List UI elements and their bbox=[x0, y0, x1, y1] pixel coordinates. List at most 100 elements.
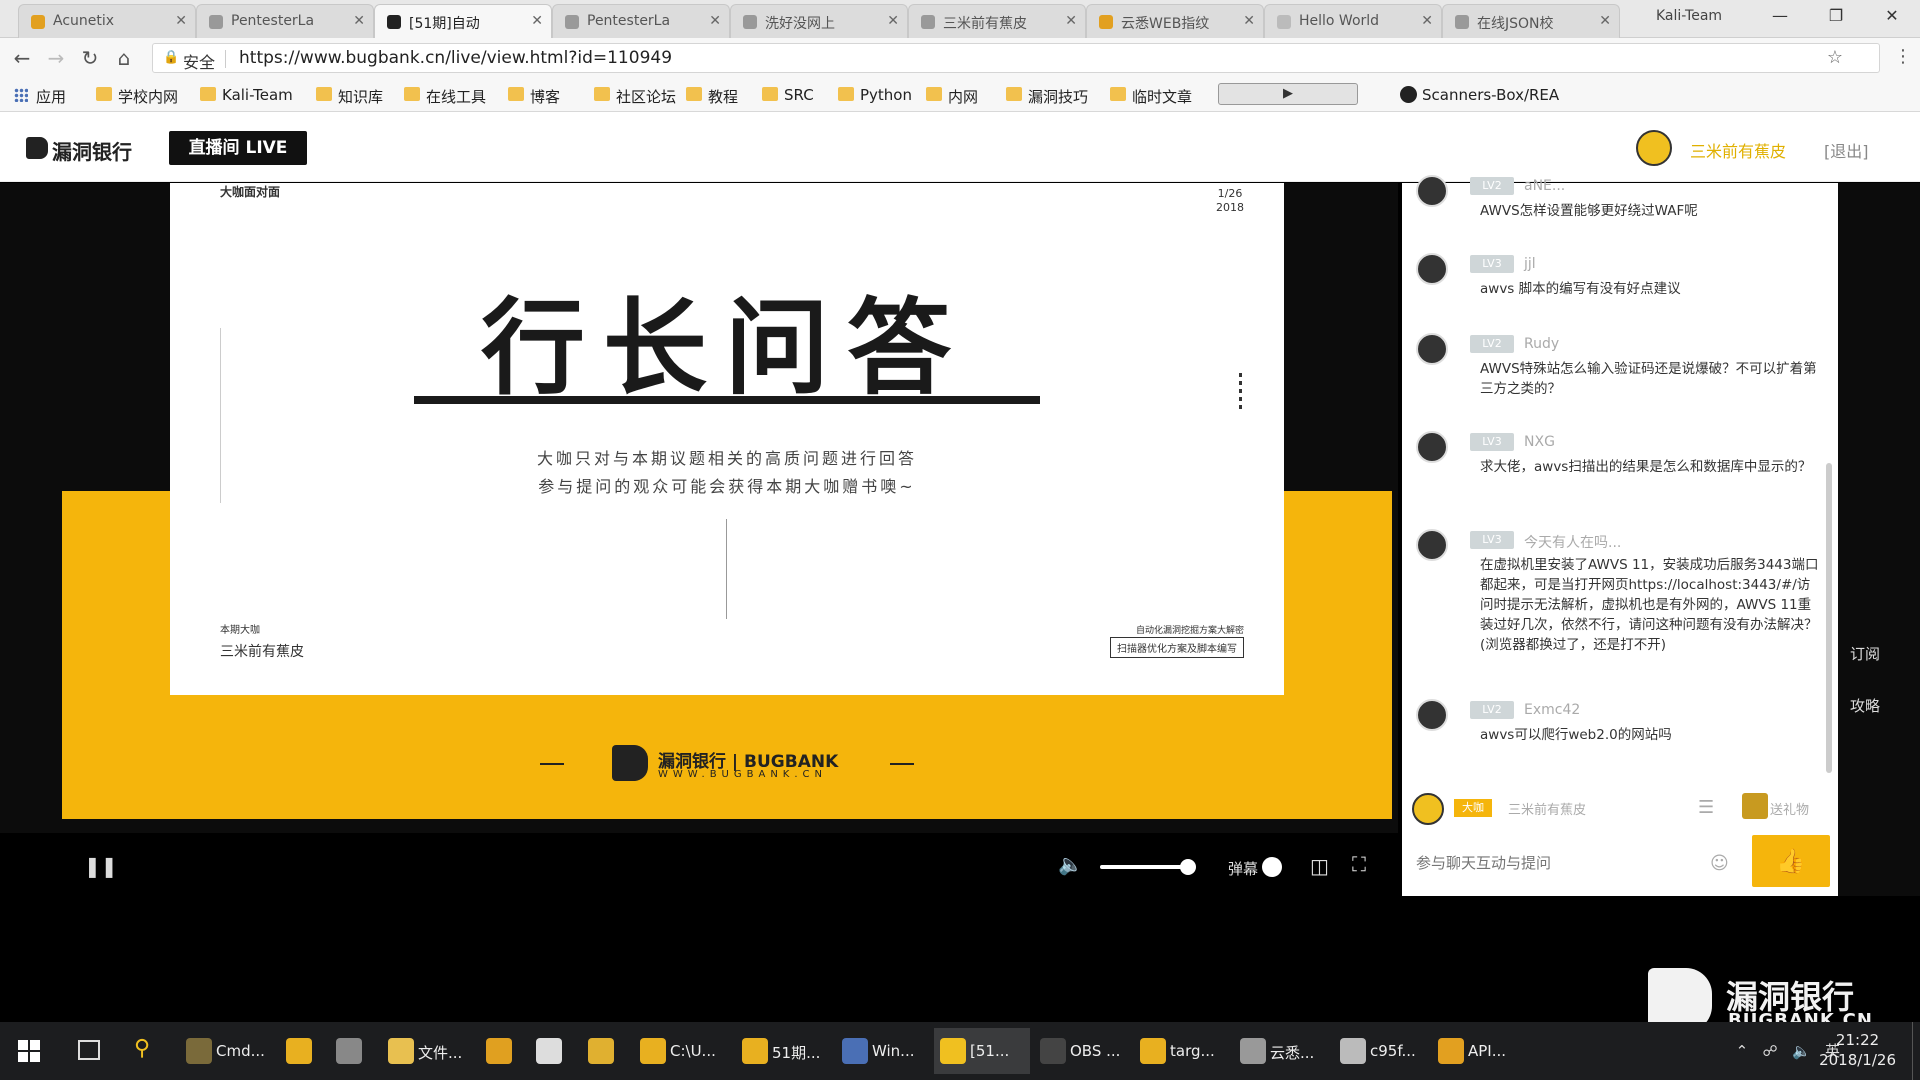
user-avatar[interactable] bbox=[1636, 130, 1672, 166]
url-text[interactable]: https://www.bugbank.cn/live/view.html?id… bbox=[239, 48, 672, 68]
bookmark-item[interactable]: 知识库 bbox=[316, 86, 383, 107]
browser-tab[interactable]: PentesterLa ✕ bbox=[552, 4, 730, 38]
tab-close-icon[interactable]: ✕ bbox=[709, 13, 721, 29]
chat-input[interactable] bbox=[1416, 843, 1736, 883]
download-button[interactable]: ▶ bbox=[1218, 83, 1358, 105]
bookmark-item[interactable]: 教程 bbox=[686, 86, 738, 107]
bookmark-item[interactable]: 博客 bbox=[508, 86, 560, 107]
video-player[interactable]: 大咖面对面 1/26 2018 行长问答 大咖只对与本期议题相关的高质问题进行回… bbox=[0, 183, 1398, 833]
reload-icon[interactable]: ↻ bbox=[78, 46, 102, 70]
tab-close-icon[interactable]: ✕ bbox=[1065, 13, 1077, 29]
maximize-icon[interactable]: ❐ bbox=[1808, 0, 1864, 32]
tab-close-icon[interactable]: ✕ bbox=[175, 13, 187, 29]
theater-mode-icon[interactable]: ◫ bbox=[1310, 854, 1329, 878]
chat-username[interactable]: Rudy bbox=[1524, 336, 1559, 352]
logout-link[interactable]: [退出] bbox=[1824, 138, 1869, 162]
bookmark-item[interactable]: SRC bbox=[762, 86, 814, 104]
chat-avatar[interactable] bbox=[1416, 699, 1448, 731]
chat-username[interactable]: aNE... bbox=[1524, 178, 1565, 194]
bookmark-item[interactable]: 临时文章 bbox=[1110, 86, 1192, 107]
taskbar-app[interactable] bbox=[280, 1028, 324, 1074]
bugbank-logo-icon[interactable] bbox=[26, 137, 48, 159]
close-window-icon[interactable]: ✕ bbox=[1864, 0, 1920, 32]
browser-tab[interactable]: 三米前有蕉皮 ✕ bbox=[908, 4, 1086, 38]
taskbar-app[interactable]: C:\U... bbox=[634, 1028, 730, 1074]
taskbar-app[interactable]: 云悉... bbox=[1234, 1028, 1330, 1074]
site-logo-text[interactable]: 漏洞银行 bbox=[52, 136, 132, 165]
chat-username[interactable]: Exmc42 bbox=[1524, 702, 1580, 718]
browser-tab[interactable]: 洗好没网上 ✕ bbox=[730, 4, 908, 38]
forward-icon[interactable]: → bbox=[44, 46, 68, 70]
home-icon[interactable]: ⌂ bbox=[112, 46, 136, 70]
chat-avatar[interactable] bbox=[1416, 431, 1448, 463]
tab-close-icon[interactable]: ✕ bbox=[887, 13, 899, 29]
chat-avatar[interactable] bbox=[1416, 333, 1448, 365]
bookmark-item[interactable]: 在线工具 bbox=[404, 86, 486, 107]
browser-tab[interactable]: 在线JSON校 ✕ bbox=[1442, 4, 1620, 38]
taskbar-app[interactable] bbox=[530, 1028, 574, 1074]
bookmark-item[interactable]: Python bbox=[838, 86, 912, 104]
clock[interactable]: 21:22 2018/1/26 bbox=[1819, 1030, 1896, 1070]
taskbar-app[interactable] bbox=[582, 1028, 626, 1074]
start-icon[interactable] bbox=[18, 1040, 40, 1062]
tray-expand-icon[interactable]: ⌃ bbox=[1736, 1042, 1749, 1060]
taskbar-app[interactable]: API... bbox=[1432, 1028, 1528, 1074]
volume-slider[interactable] bbox=[1100, 865, 1186, 869]
chat-list-icon[interactable]: ☰ bbox=[1698, 797, 1714, 818]
chat-username[interactable]: 今天有人在吗... bbox=[1524, 532, 1621, 552]
emoji-icon[interactable]: ☺ bbox=[1710, 853, 1729, 874]
browser-tab[interactable]: [51期]自动 ✕ bbox=[374, 4, 552, 38]
taskbar-app[interactable]: c95f... bbox=[1334, 1028, 1430, 1074]
network-icon[interactable]: ☍ bbox=[1762, 1042, 1777, 1060]
tab-close-icon[interactable]: ✕ bbox=[1243, 13, 1255, 29]
danmu-toggle[interactable] bbox=[1262, 857, 1282, 877]
browser-tab[interactable]: Acunetix ✕ bbox=[18, 4, 196, 38]
taskbar-app[interactable]: OBS ... bbox=[1034, 1028, 1130, 1074]
taskbar-app[interactable]: Cmd... bbox=[180, 1028, 276, 1074]
taskbar-app[interactable]: Win... bbox=[836, 1028, 932, 1074]
bookmark-item[interactable]: 内网 bbox=[926, 86, 978, 107]
live-room-badge[interactable]: 直播间 LIVE bbox=[169, 131, 307, 165]
profile-label[interactable]: Kali-Team bbox=[1656, 8, 1722, 24]
browser-menu-icon[interactable]: ⋮ bbox=[1894, 46, 1912, 67]
chat-username[interactable]: NXG bbox=[1524, 434, 1555, 450]
volume-knob[interactable] bbox=[1180, 859, 1196, 875]
taskbar-app[interactable]: 51期... bbox=[736, 1028, 832, 1074]
taskbar-app[interactable]: targ... bbox=[1134, 1028, 1230, 1074]
bookmark-star-icon[interactable]: ☆ bbox=[1827, 47, 1843, 68]
browser-tab[interactable]: 云悉WEB指纹 ✕ bbox=[1086, 4, 1264, 38]
chat-avatar[interactable] bbox=[1416, 529, 1448, 561]
tab-close-icon[interactable]: ✕ bbox=[531, 13, 543, 29]
chat-username[interactable]: jjl bbox=[1524, 256, 1536, 272]
pause-icon[interactable]: ❚❚ bbox=[84, 854, 118, 878]
chat-avatar[interactable] bbox=[1416, 253, 1448, 285]
bookmark-item[interactable]: Kali-Team bbox=[200, 86, 293, 104]
fullscreen-icon[interactable]: ⛶ bbox=[1352, 852, 1366, 876]
taskbar-app[interactable] bbox=[330, 1028, 374, 1074]
gift-label[interactable]: 送礼物 bbox=[1770, 799, 1809, 818]
user-name[interactable]: 三米前有蕉皮 bbox=[1690, 138, 1786, 162]
guide-link[interactable]: 攻略 bbox=[1850, 695, 1880, 716]
bookmark-item[interactable]: 漏洞技巧 bbox=[1006, 86, 1088, 107]
address-bar[interactable]: 🔒 安全 https://www.bugbank.cn/live/view.ht… bbox=[152, 43, 1880, 73]
back-icon[interactable]: ← bbox=[10, 46, 34, 70]
like-button[interactable]: 👍 bbox=[1752, 835, 1830, 887]
minimize-icon[interactable]: — bbox=[1752, 0, 1808, 32]
task-view-icon[interactable] bbox=[78, 1040, 100, 1060]
volume-tray-icon[interactable]: 🔈 bbox=[1792, 1042, 1811, 1060]
chat-scrollbar[interactable] bbox=[1826, 463, 1832, 773]
tab-close-icon[interactable]: ✕ bbox=[1599, 13, 1611, 29]
volume-icon[interactable]: 🔈 bbox=[1058, 852, 1083, 876]
tab-close-icon[interactable]: ✕ bbox=[353, 13, 365, 29]
self-avatar[interactable] bbox=[1412, 793, 1444, 825]
bookmark-item[interactable]: 学校内网 bbox=[96, 86, 178, 107]
browser-tab[interactable]: PentesterLa ✕ bbox=[196, 4, 374, 38]
bookmark-item[interactable]: 社区论坛 bbox=[594, 86, 676, 107]
tab-close-icon[interactable]: ✕ bbox=[1421, 13, 1433, 29]
browser-tab[interactable]: Hello World ✕ bbox=[1264, 4, 1442, 38]
search-icon[interactable]: ⚲ bbox=[134, 1036, 150, 1061]
taskbar-app[interactable]: 文件... bbox=[382, 1028, 478, 1074]
chat-avatar[interactable] bbox=[1416, 175, 1448, 207]
subscribe-link[interactable]: 订阅 bbox=[1850, 643, 1880, 664]
taskbar-app[interactable]: [51... bbox=[934, 1028, 1030, 1074]
